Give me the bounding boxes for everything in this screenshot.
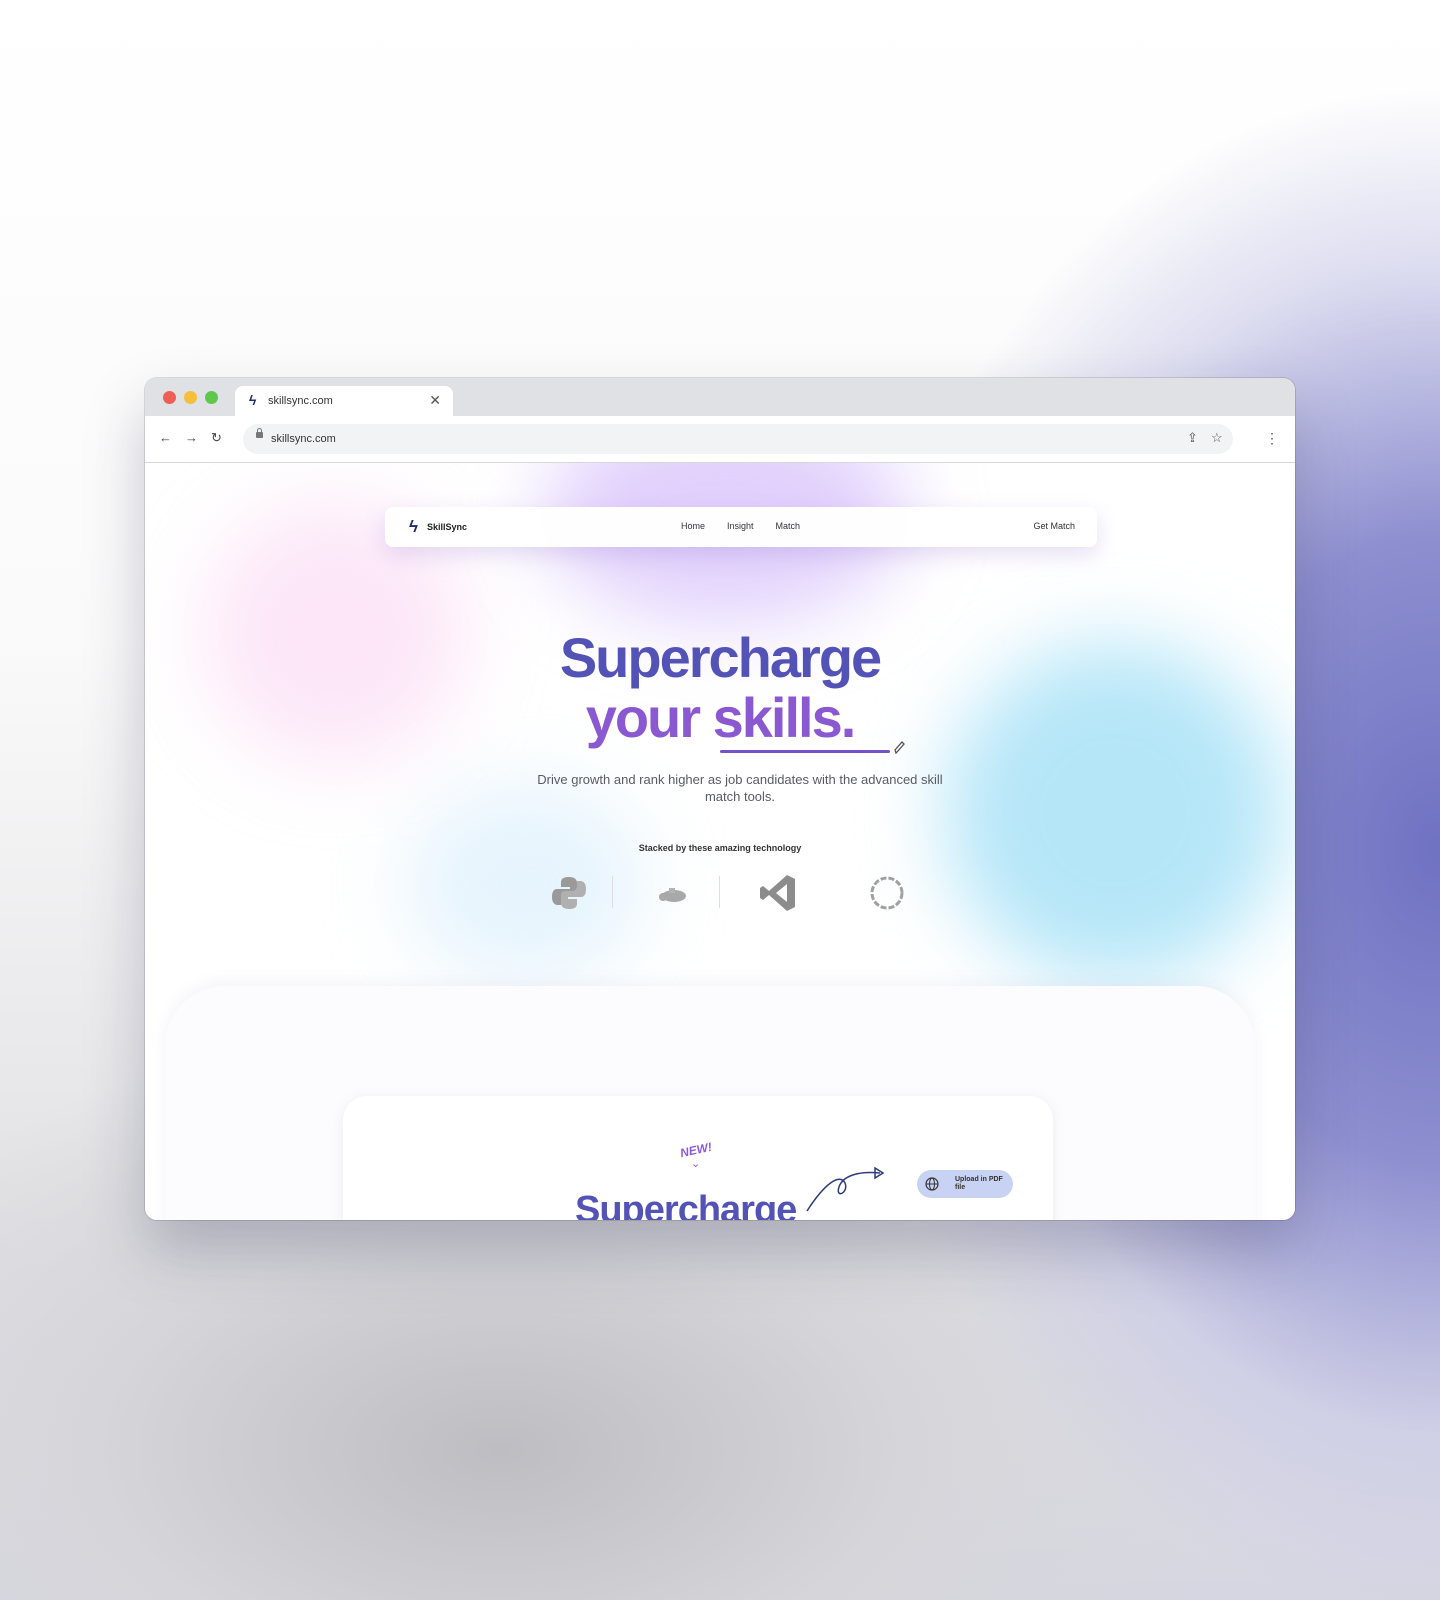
browser-window: ϟ skillsync.com ✕ ← → ↻ skillsync.com ⇪ … xyxy=(145,378,1295,1220)
tab-bar: ϟ skillsync.com ✕ xyxy=(145,378,1295,416)
nav-match[interactable]: Match xyxy=(776,521,801,531)
stack-caption: Stacked by these amazing technology xyxy=(638,843,802,853)
upload-pdf-label: Upload in PDF file xyxy=(955,1176,1003,1191)
tech-divider xyxy=(719,876,720,908)
hero-underline xyxy=(720,750,890,753)
lock-icon xyxy=(256,428,263,438)
browser-menu-icon[interactable]: ⋮ xyxy=(1265,430,1279,447)
close-tab-icon[interactable]: ✕ xyxy=(429,392,441,409)
favicon-icon: ϟ xyxy=(249,392,257,408)
new-arrow-icon: ⌄ xyxy=(691,1158,701,1170)
close-window-icon[interactable] xyxy=(163,391,176,404)
nav-home[interactable]: Home xyxy=(681,521,705,531)
reload-icon[interactable]: ↻ xyxy=(211,430,222,446)
brand-name[interactable]: SkillSync xyxy=(427,522,467,532)
pencil-icon xyxy=(894,741,905,755)
site-navbar: ϟ SkillSync Home Insight Match Get Match xyxy=(385,507,1097,547)
squiggle-arrow-icon xyxy=(806,1166,885,1212)
browser-toolbar: ← → ↻ skillsync.com ⇪ ☆ ⋮ xyxy=(145,416,1295,463)
nav-insight[interactable]: Insight xyxy=(727,521,754,531)
url-text: skillsync.com xyxy=(271,433,336,445)
tab-title: skillsync.com xyxy=(268,395,333,407)
bookmark-star-icon[interactable]: ☆ xyxy=(1211,430,1223,446)
minimize-window-icon[interactable] xyxy=(184,391,197,404)
bg-blob-blue xyxy=(405,783,645,983)
docker-icon xyxy=(659,888,686,902)
back-icon[interactable]: ← xyxy=(159,430,172,445)
nav-links: Home Insight Match xyxy=(681,521,800,531)
ring-icon xyxy=(870,876,904,910)
forward-icon[interactable]: → xyxy=(185,430,198,445)
hero-title-line2: your skills. xyxy=(585,686,857,749)
get-match-button[interactable]: Get Match xyxy=(1033,521,1075,531)
vscode-icon xyxy=(760,875,795,911)
hero-subtitle: Drive growth and rank higher as job cand… xyxy=(537,772,943,804)
page-viewport: ϟ SkillSync Home Insight Match Get Match… xyxy=(145,463,1295,1220)
upload-pdf-button[interactable]: Upload in PDF file xyxy=(917,1170,1013,1198)
globe-icon xyxy=(925,1177,939,1191)
tech-divider xyxy=(612,876,613,908)
section-title: Supercharge xyxy=(575,1189,797,1220)
address-bar[interactable]: skillsync.com ⇪ ☆ xyxy=(243,424,1233,454)
share-icon[interactable]: ⇪ xyxy=(1187,430,1198,446)
python-icon xyxy=(552,877,586,909)
maximize-window-icon[interactable] xyxy=(205,391,218,404)
logo-bolt-icon[interactable]: ϟ xyxy=(409,517,418,537)
hero-title-line1: Supercharge xyxy=(559,626,882,689)
browser-tab[interactable]: ϟ skillsync.com ✕ xyxy=(235,386,453,416)
